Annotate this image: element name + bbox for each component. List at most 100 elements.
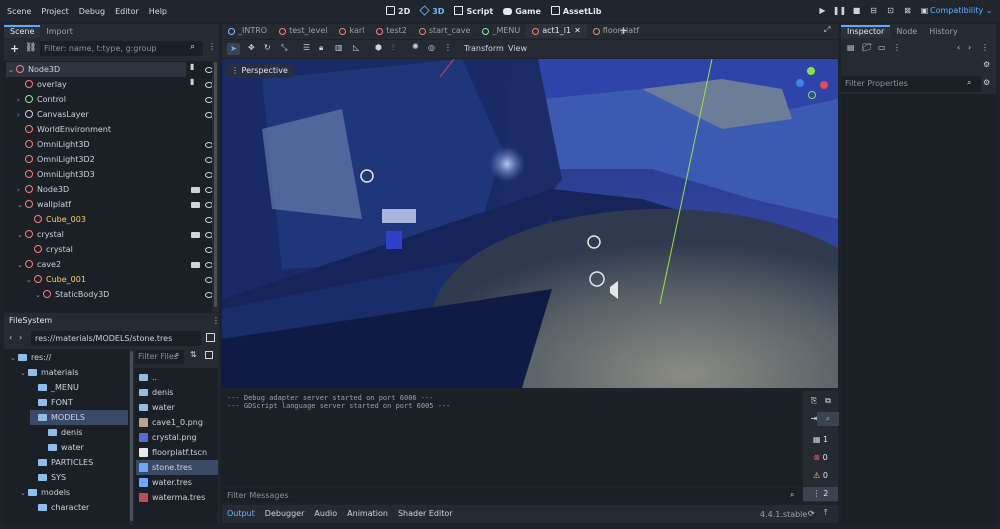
tab-scene[interactable]: Scene [4, 25, 41, 38]
scene-tree-node[interactable]: › Control [17, 92, 66, 107]
scene-tree-scrollbar[interactable] [214, 62, 217, 307]
open-scene-icon[interactable] [191, 202, 200, 208]
expand-arrow-icon[interactable]: ⌄ [17, 228, 25, 243]
menu-view[interactable]: View [508, 44, 527, 53]
file-list-item[interactable]: .. [136, 370, 218, 385]
open-scene-icon[interactable] [191, 262, 200, 268]
folder-tree-scrollbar[interactable] [130, 351, 133, 521]
gizmo-z-icon[interactable] [796, 79, 804, 87]
visibility-icon[interactable] [205, 217, 212, 223]
play-custom-icon[interactable]: ⊠ [899, 4, 916, 18]
rotate-tool-icon[interactable]: ↻ [264, 43, 271, 52]
file-list-item[interactable]: denis [136, 385, 218, 400]
visibility-icon[interactable] [205, 172, 212, 178]
scene-tab[interactable]: _INTRO [222, 24, 273, 38]
info-filter[interactable]: ⋮ 2 [803, 487, 838, 501]
scene-tree-node[interactable]: crystal [26, 242, 73, 257]
scene-tree-node[interactable]: ⌄ Cube_001 [26, 272, 86, 287]
folder-tree-item[interactable]: ⌄ materials [20, 365, 79, 380]
expand-arrow-icon[interactable]: ⌄ [26, 273, 34, 288]
sun-preview-icon[interactable]: ✺ [412, 42, 419, 51]
move-tool-icon[interactable]: ✥ [248, 43, 255, 52]
scene-tree-node[interactable]: › Node3D [17, 182, 69, 197]
file-list-item[interactable]: crystal.png [136, 430, 218, 445]
distraction-free-icon[interactable]: ⤢ [824, 25, 830, 35]
scene-tree-node[interactable]: › CanvasLayer [17, 107, 89, 122]
expand-arrow-icon[interactable]: › [17, 93, 25, 108]
expand-arrow-icon[interactable]: › [17, 183, 25, 198]
update-icon[interactable]: ⟳ [808, 509, 815, 518]
scene-filter-input[interactable]: Filter: name, t:type, g:group [40, 41, 203, 56]
object-props-icon[interactable]: ⚙ [983, 60, 990, 69]
visibility-icon[interactable] [205, 277, 212, 283]
renderer-select[interactable]: Compatibility ⌄ [930, 0, 992, 22]
file-list-item[interactable]: waterma.tres [136, 490, 218, 505]
history-back-icon[interactable]: ‹ [957, 43, 960, 52]
filter-properties-input[interactable]: Filter Properties [841, 76, 981, 92]
menu-help[interactable]: Help [146, 7, 170, 16]
file-list-item[interactable]: water.tres [136, 475, 218, 490]
new-resource-icon[interactable]: ▤ [847, 43, 855, 52]
scene-tree-node[interactable]: ⌄ StaticBody3D [35, 287, 109, 302]
filter-messages-input[interactable]: Filter Messages [222, 488, 802, 503]
menu-editor[interactable]: Editor [112, 7, 142, 16]
gizmo-y-icon[interactable] [807, 67, 815, 75]
expand-arrow-icon[interactable]: ⌄ [20, 366, 28, 381]
tab-animation[interactable]: Animation [347, 505, 388, 523]
split-mode-icon[interactable] [206, 333, 215, 342]
visibility-icon[interactable] [205, 187, 212, 193]
errors-filter[interactable]: ⊗ 0 [803, 451, 838, 465]
scene-tree-node[interactable]: overlay [17, 77, 67, 92]
add-scene-tab-icon[interactable]: + [619, 24, 628, 37]
scene-tab[interactable]: act1_l1 ✕ [526, 24, 587, 38]
viewport-more-icon[interactable]: ⋮ [444, 43, 452, 52]
scale-tool-icon[interactable]: ⤡ [281, 43, 287, 53]
scene-tree-node[interactable]: Cube_003 [26, 212, 86, 227]
scene-tab[interactable]: karl [333, 24, 370, 38]
expand-arrow-icon[interactable]: ⌄ [10, 351, 18, 366]
save-resource-icon[interactable]: ▭ [878, 43, 886, 52]
tab-history[interactable]: History [923, 25, 963, 38]
local-space-icon[interactable]: ⬢ [375, 43, 382, 52]
filesystem-menu-icon[interactable]: ⋮ [212, 316, 220, 325]
menu-scene[interactable]: Scene [4, 7, 34, 16]
close-icon[interactable]: ✕ [574, 24, 581, 38]
scene-tree-node[interactable]: OmniLight3D2 [17, 152, 95, 167]
scene-tab[interactable]: floorplatf [587, 24, 645, 38]
menu-debug[interactable]: Debug [76, 7, 108, 16]
scene-tree-node[interactable]: ⌄ cave2 [17, 257, 61, 272]
open-scene-icon[interactable] [191, 187, 200, 193]
sort-icon[interactable]: ⇅ [190, 350, 197, 359]
folder-tree-item[interactable]: SYS [30, 470, 66, 485]
3d-viewport[interactable]: ⋮ Perspective [222, 59, 838, 388]
folder-tree-item[interactable]: PARTICLES [30, 455, 93, 470]
pause-icon[interactable]: ❚❚ [831, 4, 848, 18]
warnings-filter[interactable]: ⚠ 0 [803, 469, 838, 483]
folder-tree-item[interactable]: FONT [30, 395, 73, 410]
workspace-3d[interactable]: 3D [419, 5, 444, 16]
view-gizmo[interactable] [792, 67, 832, 107]
log-search-icon[interactable]: ⌕ [817, 412, 839, 426]
open-scene-icon[interactable] [191, 232, 200, 238]
environment-preview-icon[interactable]: ◎ [428, 43, 435, 52]
tab-shader-editor[interactable]: Shader Editor [398, 505, 453, 523]
scene-tree-node[interactable]: WorldEnvironment [17, 122, 111, 137]
folder-tree-item[interactable]: MODELS [30, 410, 128, 425]
menu-transform[interactable]: Transform [464, 44, 504, 53]
file-list-item[interactable]: floorplatf.tscn [136, 445, 218, 460]
expand-arrow-icon[interactable]: › [17, 108, 25, 123]
gizmo-x-icon[interactable] [820, 81, 828, 89]
stop-icon[interactable]: ■ [848, 4, 865, 18]
clear-log-icon[interactable]: ⧉ [817, 394, 839, 408]
visibility-icon[interactable] [205, 247, 212, 253]
perspective-menu[interactable]: ⋮ Perspective [226, 64, 293, 78]
script-icon[interactable]: ▮ [190, 77, 194, 86]
workspace-game[interactable]: Game [503, 7, 541, 16]
file-list-item[interactable]: water [136, 400, 218, 415]
snap-icon[interactable]: ⫶ [392, 43, 394, 53]
tab-debugger[interactable]: Debugger [265, 505, 305, 523]
visibility-icon[interactable] [205, 202, 212, 208]
nav-back-icon[interactable]: ‹ [9, 333, 12, 342]
messages-filter[interactable]: ▦ 1 [803, 433, 838, 447]
visibility-icon[interactable] [205, 292, 212, 298]
